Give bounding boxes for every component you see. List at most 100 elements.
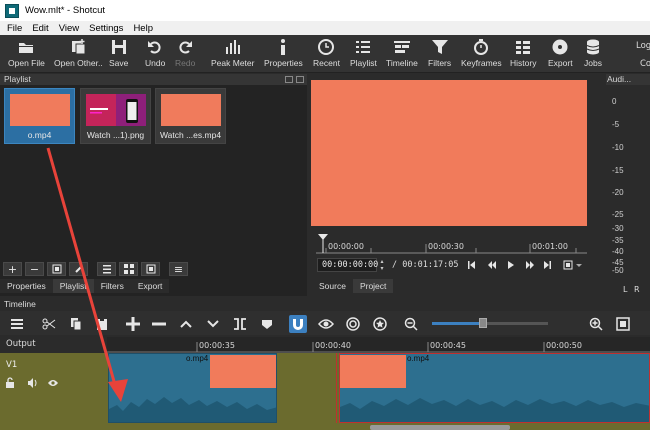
paste-button[interactable] [93, 315, 111, 333]
split-button[interactable] [231, 315, 249, 333]
timeline-clip[interactable]: o.mp4 [339, 353, 650, 423]
transport-controls [468, 260, 582, 270]
ripple-all-button[interactable] [371, 315, 389, 333]
menu-bar: File Edit View Settings Help [0, 21, 650, 35]
pencil-icon [74, 265, 83, 273]
dropdown-arrow-icon[interactable] [576, 264, 582, 267]
tab-playlist[interactable]: Playlist [52, 279, 94, 293]
info-icon [281, 39, 286, 55]
zoom-out-button[interactable] [402, 315, 420, 333]
zoom-slider-rest[interactable] [484, 322, 548, 325]
menu-edit[interactable]: Edit [32, 23, 48, 34]
timeline-ruler[interactable]: 00:00:35 00:00:40 00:00:45 00:00:50 [107, 337, 650, 353]
copy-button[interactable] [67, 315, 85, 333]
save-button[interactable]: Save [109, 38, 128, 72]
timeline-clip[interactable]: o.mp4 [108, 353, 277, 423]
track-area-v1[interactable]: o.mp4 o.mp4 [107, 353, 650, 430]
recent-button[interactable]: Recent [313, 38, 340, 72]
cut-button[interactable] [40, 315, 58, 333]
playlist-item[interactable]: Watch ...es.mp4 [155, 88, 226, 144]
marker-button[interactable] [258, 315, 276, 333]
clipboard-icon [97, 318, 107, 330]
tab-properties[interactable]: Properties [0, 279, 53, 293]
update-playlist-button[interactable] [47, 262, 66, 276]
zoom-in-icon [589, 317, 603, 331]
tab-export[interactable]: Export [130, 279, 170, 293]
list-view-icon [102, 265, 111, 274]
open-file-button[interactable]: Open File [8, 38, 45, 72]
eye-icon [318, 319, 334, 329]
chevron-up-icon [180, 320, 192, 328]
redo-button[interactable]: Redo [175, 38, 195, 72]
menu-view[interactable]: View [59, 23, 79, 34]
player-ruler[interactable]: 00:00:00 00:00:30 00:01:00 [316, 234, 587, 254]
zoom-fit-icon[interactable] [563, 260, 573, 270]
peak-meter-icon [225, 40, 240, 54]
current-timecode-field[interactable]: 00:00:00:00 [317, 258, 378, 272]
lock-icon[interactable] [6, 377, 14, 388]
export-button[interactable]: Export [548, 38, 573, 72]
tiles-view-button[interactable] [119, 262, 138, 276]
close-panel-icon[interactable] [296, 76, 304, 83]
menu-settings[interactable]: Settings [89, 23, 123, 34]
jobs-button[interactable]: Jobs [584, 38, 602, 72]
folder-open-icon [19, 43, 34, 53]
float-panel-icon[interactable] [285, 76, 293, 83]
eye-icon[interactable] [48, 380, 58, 386]
remove-from-playlist-button[interactable]: − [25, 262, 44, 276]
fast-forward-icon[interactable] [526, 261, 534, 269]
db-label: -5 [612, 120, 620, 129]
phone-image-thumbnail [86, 94, 146, 126]
overwrite-button[interactable] [204, 315, 222, 333]
properties-button[interactable]: Properties [264, 38, 303, 72]
icons-view-button[interactable] [141, 262, 160, 276]
menu-help[interactable]: Help [133, 23, 153, 34]
remove-button[interactable] [150, 315, 168, 333]
co-button-label[interactable]: Co [640, 59, 650, 69]
zoom-slider-track[interactable] [432, 322, 484, 325]
timeline-ruler-label: 00:00:45 [430, 341, 466, 350]
shotcut-app-icon [5, 3, 19, 18]
skip-next-icon[interactable] [544, 261, 551, 269]
scissors-icon [42, 318, 56, 330]
tab-source[interactable]: Source [312, 279, 353, 293]
append-button[interactable] [124, 315, 142, 333]
log-button-label[interactable]: Log [636, 41, 650, 51]
tab-project[interactable]: Project [352, 279, 394, 293]
zoom-fit-button[interactable] [614, 315, 632, 333]
playlist-menu-button[interactable]: ≡ [169, 262, 188, 276]
filters-button[interactable]: Filters [428, 38, 451, 72]
speaker-icon[interactable] [28, 378, 37, 388]
video-preview[interactable] [311, 80, 587, 226]
timeline-playhead[interactable] [336, 353, 337, 423]
snap-button[interactable] [289, 315, 307, 333]
keyframes-button[interactable]: Keyframes [461, 38, 502, 72]
ripple-button[interactable] [344, 315, 362, 333]
playlist-item[interactable]: o.mp4 [4, 88, 75, 144]
timeline-menu-button[interactable] [8, 315, 26, 333]
tab-filters[interactable]: Filters [93, 279, 131, 293]
peak-meter-button[interactable]: Peak Meter [211, 38, 254, 72]
playlist-item[interactable]: Watch ...1).png [80, 88, 151, 144]
play-icon[interactable] [508, 261, 514, 269]
history-button[interactable]: History [510, 38, 536, 72]
zoom-in-button[interactable] [587, 315, 605, 333]
scrub-button[interactable] [317, 315, 335, 333]
playlist-header: Playlist [0, 74, 307, 85]
add-to-playlist-button[interactable]: + [3, 262, 22, 276]
pencil-button[interactable] [69, 262, 88, 276]
zoom-slider-handle[interactable] [479, 318, 487, 328]
redo-icon [179, 41, 193, 54]
timeline-horizontal-scrollbar[interactable] [370, 425, 510, 430]
timecode-spinner[interactable]: ▴ ▾ [377, 258, 387, 272]
skip-previous-icon[interactable] [468, 261, 475, 269]
open-other-button[interactable]: Open Other.. [54, 38, 103, 72]
menu-file[interactable]: File [7, 23, 22, 34]
lift-button[interactable] [177, 315, 195, 333]
playlist-button[interactable]: Playlist [350, 38, 377, 72]
timeline-button[interactable]: Timeline [386, 38, 418, 72]
track-header-v1[interactable]: V1 [0, 353, 107, 430]
undo-button[interactable]: Undo [145, 38, 165, 72]
rewind-icon[interactable] [488, 261, 496, 269]
details-view-button[interactable] [97, 262, 116, 276]
